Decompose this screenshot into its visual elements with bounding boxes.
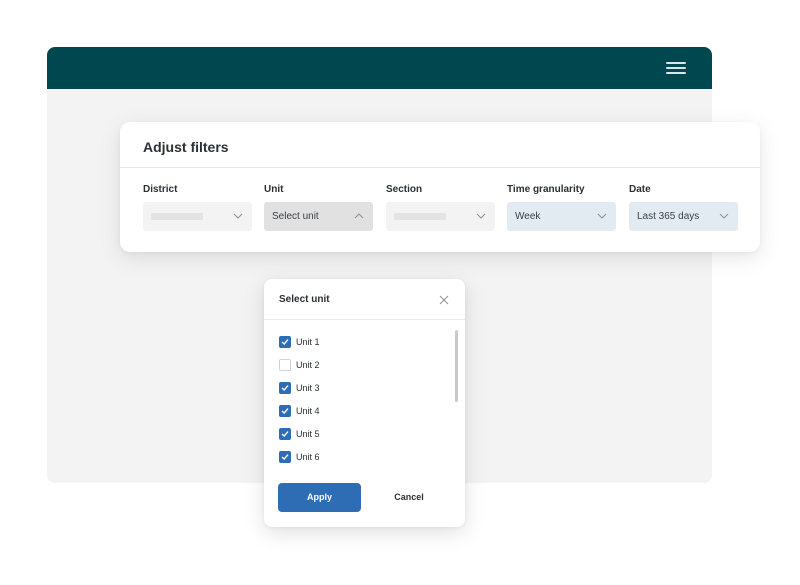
divider xyxy=(264,319,465,320)
checkmark-icon xyxy=(281,385,289,392)
empty-value-placeholder xyxy=(151,213,203,220)
filter-label-unit: Unit xyxy=(264,184,284,195)
section-select[interactable] xyxy=(386,202,495,231)
unit-option-label: Unit 1 xyxy=(296,337,320,347)
unit-option-label: Unit 2 xyxy=(296,360,320,370)
close-icon[interactable] xyxy=(439,295,449,305)
checkbox[interactable] xyxy=(279,336,291,348)
checkbox[interactable] xyxy=(279,451,291,463)
filters-title: Adjust filters xyxy=(143,139,229,155)
unit-option-label: Unit 3 xyxy=(296,383,320,393)
unit-option-5[interactable]: Unit 5 xyxy=(279,428,439,451)
unit-option-4[interactable]: Unit 4 xyxy=(279,405,439,428)
unit-option-label: Unit 5 xyxy=(296,429,320,439)
dialog-title: Select unit xyxy=(279,294,330,305)
unit-option-6[interactable]: Unit 6 xyxy=(279,451,439,474)
filter-section: Section xyxy=(386,184,495,231)
checkmark-icon xyxy=(281,454,289,461)
filter-label-district: District xyxy=(143,184,178,195)
unit-option-label: Unit 6 xyxy=(296,452,320,462)
checkbox[interactable] xyxy=(279,428,291,440)
checkbox[interactable] xyxy=(279,359,291,371)
unit-select[interactable]: Select unit xyxy=(264,202,373,231)
filter-time-granularity: Time granularity Week xyxy=(507,184,616,231)
district-select[interactable] xyxy=(143,202,252,231)
app-header xyxy=(47,47,712,89)
chevron-down-icon xyxy=(719,213,729,219)
unit-list: Unit 1 Unit 2 Unit 3 Unit 4 Unit 5 Unit … xyxy=(279,336,439,474)
chevron-up-icon xyxy=(354,213,364,219)
scrollbar-thumb[interactable] xyxy=(455,330,458,402)
filter-date: Date Last 365 days xyxy=(629,184,738,231)
filter-label-date: Date xyxy=(629,184,651,195)
unit-select-value: Select unit xyxy=(272,211,319,222)
chevron-down-icon xyxy=(597,213,607,219)
filter-unit: Unit Select unit xyxy=(264,184,373,231)
filter-district: District xyxy=(143,184,252,231)
chevron-down-icon xyxy=(476,213,486,219)
date-select[interactable]: Last 365 days xyxy=(629,202,738,231)
filter-label-section: Section xyxy=(386,184,423,195)
filter-label-time-granularity: Time granularity xyxy=(507,184,585,195)
date-value: Last 365 days xyxy=(637,211,700,222)
checkbox[interactable] xyxy=(279,382,291,394)
empty-value-placeholder xyxy=(394,213,446,220)
unit-option-2[interactable]: Unit 2 xyxy=(279,359,439,382)
filters-card: Adjust filters District Unit Select unit… xyxy=(120,122,760,252)
select-unit-dialog: Select unit Unit 1 Unit 2 Unit 3 Unit 4 … xyxy=(264,279,465,527)
checkmark-icon xyxy=(281,339,289,346)
time-granularity-select[interactable]: Week xyxy=(507,202,616,231)
hamburger-menu-icon[interactable] xyxy=(666,62,686,74)
apply-button[interactable]: Apply xyxy=(278,483,361,512)
unit-option-1[interactable]: Unit 1 xyxy=(279,336,439,359)
checkmark-icon xyxy=(281,408,289,415)
time-granularity-value: Week xyxy=(515,211,541,222)
unit-option-3[interactable]: Unit 3 xyxy=(279,382,439,405)
chevron-down-icon xyxy=(233,213,243,219)
checkmark-icon xyxy=(281,431,289,438)
unit-option-label: Unit 4 xyxy=(296,406,320,416)
cancel-button[interactable]: Cancel xyxy=(384,483,434,512)
checkbox[interactable] xyxy=(279,405,291,417)
divider xyxy=(120,167,760,168)
